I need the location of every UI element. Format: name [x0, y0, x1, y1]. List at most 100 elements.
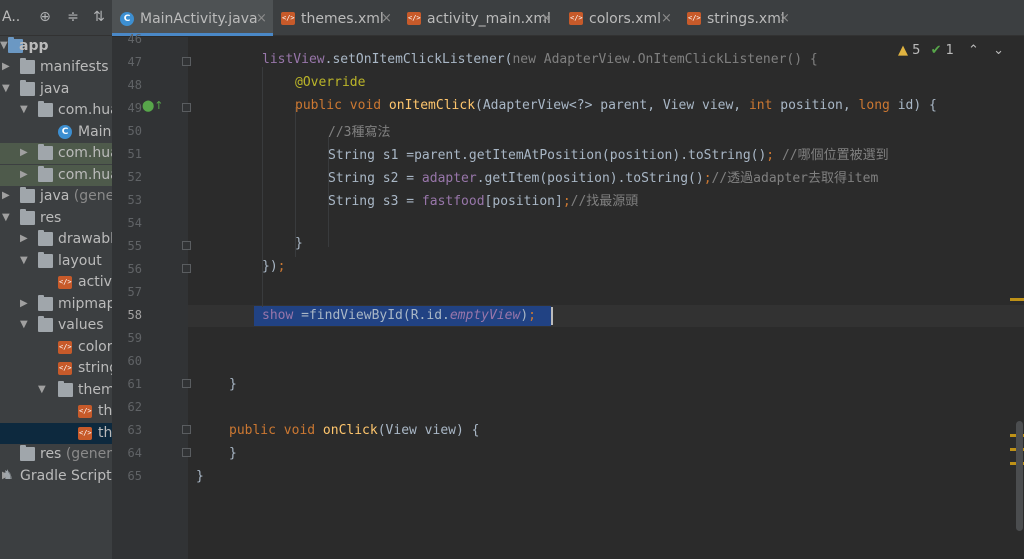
editor-tab-bar: C MainActivity.java × themes.xml × activ… [112, 0, 1024, 36]
tree-item-values[interactable]: ▼ values [0, 315, 112, 336]
line-number[interactable]: 57 [112, 285, 142, 299]
line-number[interactable]: 56 [112, 262, 142, 276]
chevron-down-icon[interactable]: ▼ [20, 105, 30, 115]
override-method-icon[interactable]: ⬤↑ [142, 99, 164, 112]
warning-count: 5 [912, 43, 921, 58]
tree-item-res-generated[interactable]: res (genera [0, 444, 112, 465]
scroll-marker[interactable] [1010, 298, 1024, 301]
tab-colors-xml[interactable]: colors.xml × [561, 0, 679, 36]
tree-item-app[interactable]: ▼ app [0, 36, 112, 57]
project-panel-title[interactable]: A.. [2, 9, 20, 25]
close-icon[interactable]: × [779, 11, 790, 26]
chevron-right-icon[interactable]: ▶ [20, 148, 30, 158]
tab-themes-xml[interactable]: themes.xml × [273, 0, 399, 36]
tree-item-label: values [58, 317, 104, 333]
line-number[interactable]: 64 [112, 446, 142, 460]
tree-item-label: layout [58, 253, 102, 269]
expand-icon[interactable]: ⇅ [90, 8, 108, 26]
folder-icon [20, 209, 35, 225]
tree-item-activity-main[interactable]: activi [0, 272, 112, 293]
chevron-down-icon[interactable]: ▼ [20, 320, 30, 330]
fold-marker-icon[interactable] [182, 425, 191, 434]
collapse-all-icon[interactable]: ≑ [64, 8, 82, 26]
chevron-right-icon[interactable]: ▶ [20, 170, 30, 180]
tree-item-layout[interactable]: ▼ layout [0, 251, 112, 272]
tab-label: MainActivity.java [140, 11, 258, 27]
tab-activity-main-xml[interactable]: activity_main.xml × [399, 0, 561, 36]
chevron-right-icon[interactable]: ▶ [20, 234, 30, 244]
tree-item-themes[interactable]: ▼ them [0, 380, 112, 401]
tree-item-colors[interactable]: color [0, 337, 112, 358]
line-number[interactable]: 54 [112, 216, 142, 230]
tree-item-mainactivity[interactable]: C Main [0, 122, 112, 143]
line-number[interactable]: 51 [112, 147, 142, 161]
line-number[interactable]: 52 [112, 170, 142, 184]
tab-strings-xml[interactable]: strings.xml × [679, 0, 795, 36]
gradle-icon: ♞ [2, 468, 14, 483]
line-number[interactable]: 60 [112, 354, 142, 368]
code-editor[interactable]: 46 47 48 49 50 51 52 53 54 55 56 57 58 59 60 61 62 63 64 65… [112, 32, 1024, 559]
chevron-down-icon[interactable]: ▼ [2, 213, 12, 223]
close-icon[interactable]: × [541, 11, 552, 26]
tree-item-themes-night-file[interactable]: th [0, 423, 112, 444]
chevron-right-icon[interactable]: ▶ [2, 62, 12, 72]
line-number[interactable]: 62 [112, 400, 142, 414]
tree-item-package[interactable]: ▶ com.hua [0, 165, 112, 186]
line-number[interactable]: 63 [112, 423, 142, 437]
chevron-right-icon[interactable]: ▶ [2, 191, 12, 201]
line-number[interactable]: 58 [112, 308, 142, 322]
tree-item-java-generated[interactable]: ▶ java (genera [0, 186, 112, 207]
line-number[interactable]: 65 [112, 469, 142, 483]
tree-item-drawable[interactable]: ▶ drawabl [0, 229, 112, 250]
fold-marker-icon[interactable] [182, 57, 191, 66]
tree-item-gradle-scripts[interactable]: ▶ ♞ Gradle Scripts [0, 466, 112, 487]
folder-icon [20, 187, 35, 203]
close-icon[interactable]: × [256, 11, 267, 26]
code-line-65: } [196, 469, 204, 484]
fold-marker-icon[interactable] [182, 448, 191, 457]
tree-item-mipmap[interactable]: ▶ mipmap [0, 294, 112, 315]
code-line-61: } [229, 377, 237, 392]
tree-item-package[interactable]: ▶ com.hua [0, 143, 112, 164]
tab-mainactivity-java[interactable]: C MainActivity.java × [112, 0, 273, 36]
line-number[interactable]: 48 [112, 78, 142, 92]
line-number[interactable]: 53 [112, 193, 142, 207]
chevron-down-icon[interactable]: ▼ [2, 84, 12, 94]
tree-item-package[interactable]: ▼ com.hua [0, 100, 112, 121]
tree-item-themes-file[interactable]: th [0, 401, 112, 422]
tree-item-strings[interactable]: string [0, 358, 112, 379]
tree-item-java[interactable]: ▼ java [0, 79, 112, 100]
line-number[interactable]: 46 [112, 32, 142, 46]
fold-marker-icon[interactable] [182, 241, 191, 250]
close-icon[interactable]: × [661, 11, 672, 26]
xml-file-icon [58, 341, 72, 354]
line-number[interactable]: 49 [112, 101, 142, 115]
line-number[interactable]: 55 [112, 239, 142, 253]
inspection-widget[interactable]: ▲ 5 ✔ 1 ⌃ ⌄ [898, 43, 1004, 63]
chevron-down-icon[interactable]: ⌄ [993, 43, 1004, 58]
indent-guide [295, 107, 296, 257]
line-number[interactable]: 47 [112, 55, 142, 69]
fold-marker-icon[interactable] [182, 103, 191, 112]
fold-marker-icon[interactable] [182, 264, 191, 273]
fold-marker-icon[interactable] [182, 379, 191, 388]
folder-icon [58, 381, 73, 397]
vertical-scrollbar[interactable] [1016, 421, 1023, 531]
warning-icon: ▲ [898, 43, 909, 58]
line-number[interactable]: 59 [112, 331, 142, 345]
chevron-down-icon[interactable]: ▼ [20, 256, 30, 266]
tree-item-label: drawabl [58, 231, 112, 247]
close-icon[interactable]: × [381, 11, 392, 26]
tree-item-res[interactable]: ▼ res [0, 208, 112, 229]
xml-file-icon [687, 12, 701, 25]
line-number[interactable]: 50 [112, 124, 142, 138]
folder-icon [38, 230, 53, 246]
locate-icon[interactable]: ⊕ [36, 8, 54, 26]
code-line-51: String s1 =parent.getItemAtPosition(posi… [328, 148, 889, 163]
chevron-up-icon[interactable]: ⌃ [968, 43, 979, 58]
tree-item-manifests[interactable]: ▶ manifests [0, 57, 112, 78]
check-icon: ✔ [930, 43, 942, 58]
chevron-right-icon[interactable]: ▶ [20, 299, 30, 309]
line-number[interactable]: 61 [112, 377, 142, 391]
chevron-down-icon[interactable]: ▼ [38, 385, 48, 395]
